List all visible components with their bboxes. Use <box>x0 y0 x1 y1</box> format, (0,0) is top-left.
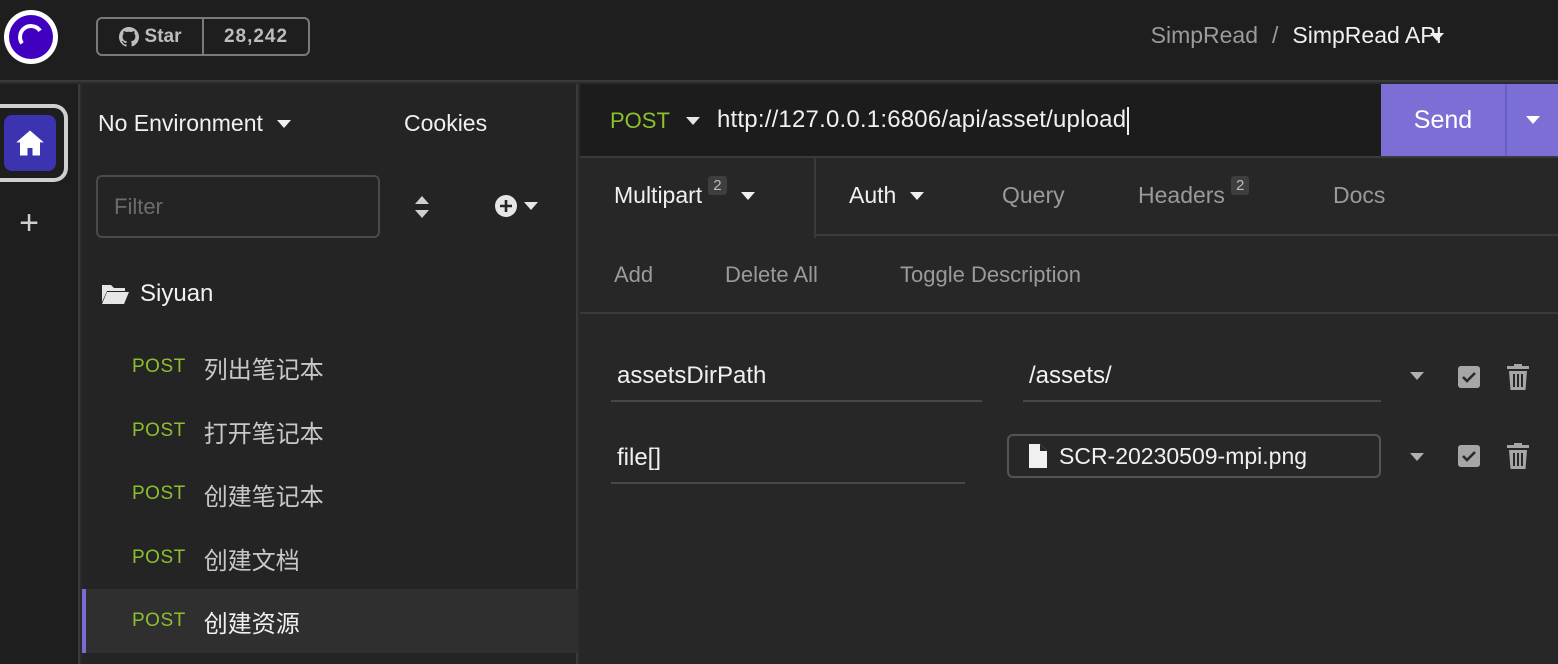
add-button[interactable]: Add <box>614 262 653 288</box>
method-label: POST <box>610 108 670 133</box>
plus-circle-icon <box>495 195 517 217</box>
tab-body[interactable]: Multipart 2 <box>614 176 755 209</box>
breadcrumb: SimpRead / SimpRead API <box>1151 22 1442 49</box>
chevron-down-icon <box>740 191 755 200</box>
app-logo-icon[interactable] <box>4 10 58 64</box>
chevron-down-icon <box>1525 116 1540 124</box>
send-options-button[interactable] <box>1505 84 1558 156</box>
chevron-down-icon[interactable] <box>1410 453 1424 461</box>
request-method: POST <box>132 610 186 631</box>
tab-docs[interactable]: Docs <box>1333 182 1385 209</box>
tab-body-label: Multipart <box>614 182 703 208</box>
request-name: 列出笔记本 <box>203 356 324 384</box>
method-selector[interactable]: POST <box>610 108 700 134</box>
file-name: SCR-20230509-mpi.png <box>1059 442 1308 469</box>
home-icon <box>16 130 44 156</box>
request-method: POST <box>132 420 186 441</box>
text-cursor <box>1127 106 1130 135</box>
request-item[interactable]: POST 创建文档 <box>82 526 578 590</box>
chevron-down-icon[interactable] <box>1410 372 1424 380</box>
checkbox-checked-icon[interactable] <box>1458 366 1480 388</box>
delete-all-button[interactable]: Delete All <box>725 262 818 288</box>
request-item[interactable]: POST 打开笔记本 <box>82 399 578 463</box>
breadcrumb-collection[interactable]: SimpRead API <box>1292 22 1442 49</box>
checkbox-checked-icon[interactable] <box>1458 445 1480 467</box>
tab-auth[interactable]: Auth <box>849 182 925 209</box>
file-picker-button[interactable]: SCR-20230509-mpi.png <box>1007 434 1381 478</box>
request-pane: POST http://127.0.0.1:6806/api/asset/upl… <box>580 84 1558 664</box>
param-name-input[interactable]: assetsDirPath <box>611 352 982 402</box>
environment-label: No Environment <box>98 110 263 136</box>
request-method: POST <box>132 356 186 377</box>
chevron-down-icon <box>524 202 538 210</box>
file-icon <box>1029 444 1047 468</box>
breadcrumb-separator: / <box>1272 22 1279 48</box>
chevron-down-icon[interactable] <box>1430 33 1444 41</box>
tab-headers-label: Headers <box>1138 182 1225 208</box>
send-button[interactable]: Send <box>1381 84 1505 156</box>
param-name-input[interactable]: file[] <box>611 434 965 484</box>
chevron-down-icon <box>910 191 925 200</box>
folder-open-icon <box>102 285 129 304</box>
github-icon <box>118 26 139 47</box>
breadcrumb-project[interactable]: SimpRead <box>1151 22 1258 49</box>
environment-selector[interactable]: No Environment <box>98 110 291 137</box>
trash-icon[interactable] <box>1507 364 1529 390</box>
request-method: POST <box>132 547 186 568</box>
request-name: 创建资源 <box>203 610 300 638</box>
tab-headers[interactable]: Headers 2 <box>1138 176 1250 209</box>
tab-query[interactable]: Query <box>1002 182 1065 209</box>
left-rail: + <box>0 84 80 664</box>
url-input[interactable]: http://127.0.0.1:6806/api/asset/upload <box>717 106 1130 135</box>
url-text: http://127.0.0.1:6806/api/asset/upload <box>717 106 1127 133</box>
chevron-down-icon <box>685 117 700 125</box>
tab-body-count: 2 <box>708 176 727 195</box>
sidebar: No Environment Cookies Siyuan POST 列出笔记本… <box>82 84 578 664</box>
folder-siyuan[interactable]: Siyuan <box>100 280 213 308</box>
folder-name: Siyuan <box>140 280 214 307</box>
filter-input[interactable] <box>96 175 380 238</box>
tab-auth-label: Auth <box>849 182 897 208</box>
trash-icon[interactable] <box>1507 443 1529 469</box>
request-item[interactable]: POST 列出笔记本 <box>82 335 578 399</box>
tab-headers-count: 2 <box>1230 176 1250 195</box>
toggle-description-button[interactable]: Toggle Description <box>900 262 1081 288</box>
top-bar: Star 28,242 SimpRead / SimpRead API <box>0 0 1558 82</box>
plus-icon[interactable]: + <box>14 206 44 240</box>
request-name: 创建笔记本 <box>203 483 324 511</box>
param-value-input[interactable]: /assets/ <box>1023 352 1381 402</box>
github-star-label: Star <box>144 25 182 47</box>
cookies-button[interactable]: Cookies <box>404 110 487 137</box>
param-actions: Add Delete All Toggle Description <box>580 238 1558 314</box>
param-row: assetsDirPath /assets/ <box>580 352 1558 412</box>
add-request-button[interactable] <box>494 194 538 218</box>
request-name: 创建文档 <box>203 547 300 575</box>
param-row: file[] SCR-20230509-mpi.png <box>580 434 1558 494</box>
request-item[interactable]: POST 创建笔记本 <box>82 462 578 526</box>
request-method: POST <box>132 483 186 504</box>
github-star-button[interactable]: Star 28,242 <box>96 17 310 56</box>
request-name: 打开笔记本 <box>203 420 324 448</box>
url-bar: POST http://127.0.0.1:6806/api/asset/upl… <box>580 84 1558 158</box>
sort-icon[interactable] <box>412 194 432 220</box>
request-item-active[interactable]: POST 创建资源 <box>82 589 578 653</box>
chevron-down-icon <box>276 119 291 128</box>
github-star-count: 28,242 <box>223 25 289 47</box>
github-star[interactable]: Star <box>98 19 204 54</box>
home-button[interactable] <box>0 104 68 182</box>
